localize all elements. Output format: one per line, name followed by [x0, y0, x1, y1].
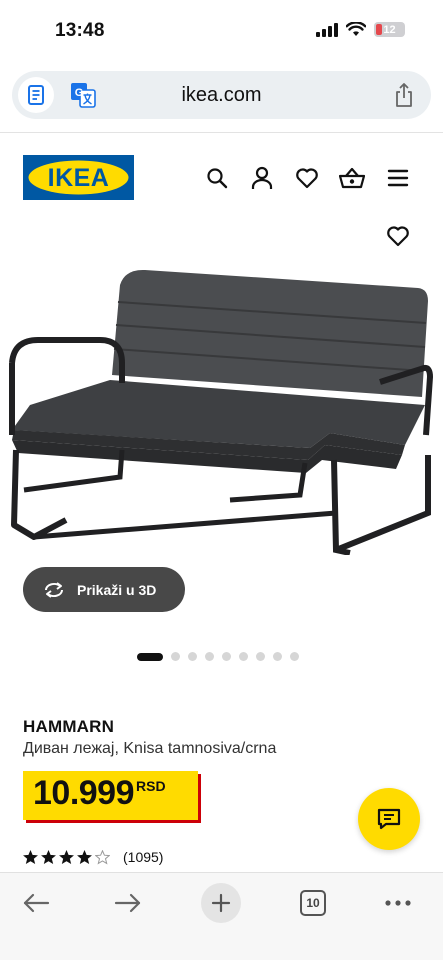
price-value: 10.999	[33, 774, 135, 812]
carousel-dot-active[interactable]	[137, 652, 163, 661]
status-bar: 13:48 12	[0, 0, 443, 62]
search-button[interactable]	[204, 165, 230, 191]
back-button[interactable]	[16, 883, 56, 923]
profile-icon	[251, 166, 273, 189]
view-in-3d-button[interactable]: Prikaži u 3D	[23, 567, 185, 612]
favorites-button[interactable]	[294, 165, 320, 191]
battery-level: 12	[383, 23, 396, 36]
search-icon	[207, 168, 228, 189]
review-count[interactable]: (1095)	[123, 849, 163, 865]
star-filled-icon	[77, 849, 92, 864]
heart-icon	[296, 168, 318, 189]
more-icon	[385, 900, 411, 906]
share-icon	[396, 83, 412, 107]
status-time: 13:48	[55, 20, 105, 41]
menu-button[interactable]	[385, 165, 411, 191]
plus-icon	[211, 893, 231, 913]
heart-icon	[387, 226, 409, 247]
battery-indicator: 12	[374, 22, 405, 37]
image-carousel-dots[interactable]	[137, 652, 299, 661]
product-name[interactable]: HAMMARN	[23, 717, 114, 737]
view-in-3d-label: Prikaži u 3D	[77, 581, 157, 598]
add-to-favorites-button[interactable]	[386, 225, 410, 249]
basket-icon	[339, 167, 365, 189]
star-empty-icon	[95, 849, 110, 864]
chat-icon	[377, 808, 401, 830]
price-tag: 10.999 RSD	[23, 771, 198, 820]
cart-button[interactable]	[339, 165, 365, 191]
carousel-dot[interactable]	[239, 652, 248, 661]
carousel-dot[interactable]	[205, 652, 214, 661]
url-text[interactable]: ikea.com	[12, 84, 431, 107]
tabs-button[interactable]: 10	[293, 883, 333, 923]
profile-button[interactable]	[249, 165, 275, 191]
carousel-dot[interactable]	[188, 652, 197, 661]
wifi-icon	[346, 22, 366, 36]
signal-icon	[316, 22, 338, 37]
sofa-bed-image	[9, 269, 434, 556]
chat-button[interactable]	[358, 788, 420, 850]
carousel-dot[interactable]	[273, 652, 282, 661]
menu-icon	[387, 169, 409, 187]
share-button[interactable]	[393, 82, 417, 108]
header-divider	[0, 132, 443, 133]
address-bar[interactable]: G ikea.com	[12, 71, 431, 119]
ikea-logo[interactable]: IKEA	[23, 155, 134, 200]
carousel-dot[interactable]	[222, 652, 231, 661]
tabs-icon: 10	[300, 890, 326, 916]
star-filled-icon	[23, 849, 38, 864]
forward-button[interactable]	[108, 883, 148, 923]
product-description: Диван лежај, Knisa tamnosiva/crna	[23, 740, 277, 757]
rotate-icon	[44, 581, 64, 598]
star-filled-icon	[41, 849, 56, 864]
forward-arrow-icon	[114, 893, 141, 913]
browser-toolbar: 10	[0, 872, 443, 960]
star-filled-icon	[59, 849, 74, 864]
carousel-dot[interactable]	[256, 652, 265, 661]
carousel-dot[interactable]	[171, 652, 180, 661]
price-currency: RSD	[136, 778, 166, 794]
status-icons: 12	[316, 22, 405, 37]
ikea-logo-text: IKEA	[48, 164, 110, 192]
product-rating[interactable]: (1095)	[23, 849, 163, 865]
product-image[interactable]	[0, 255, 443, 556]
carousel-dot[interactable]	[290, 652, 299, 661]
more-button[interactable]	[378, 883, 418, 923]
back-arrow-icon	[23, 893, 50, 913]
new-tab-button[interactable]	[201, 883, 241, 923]
